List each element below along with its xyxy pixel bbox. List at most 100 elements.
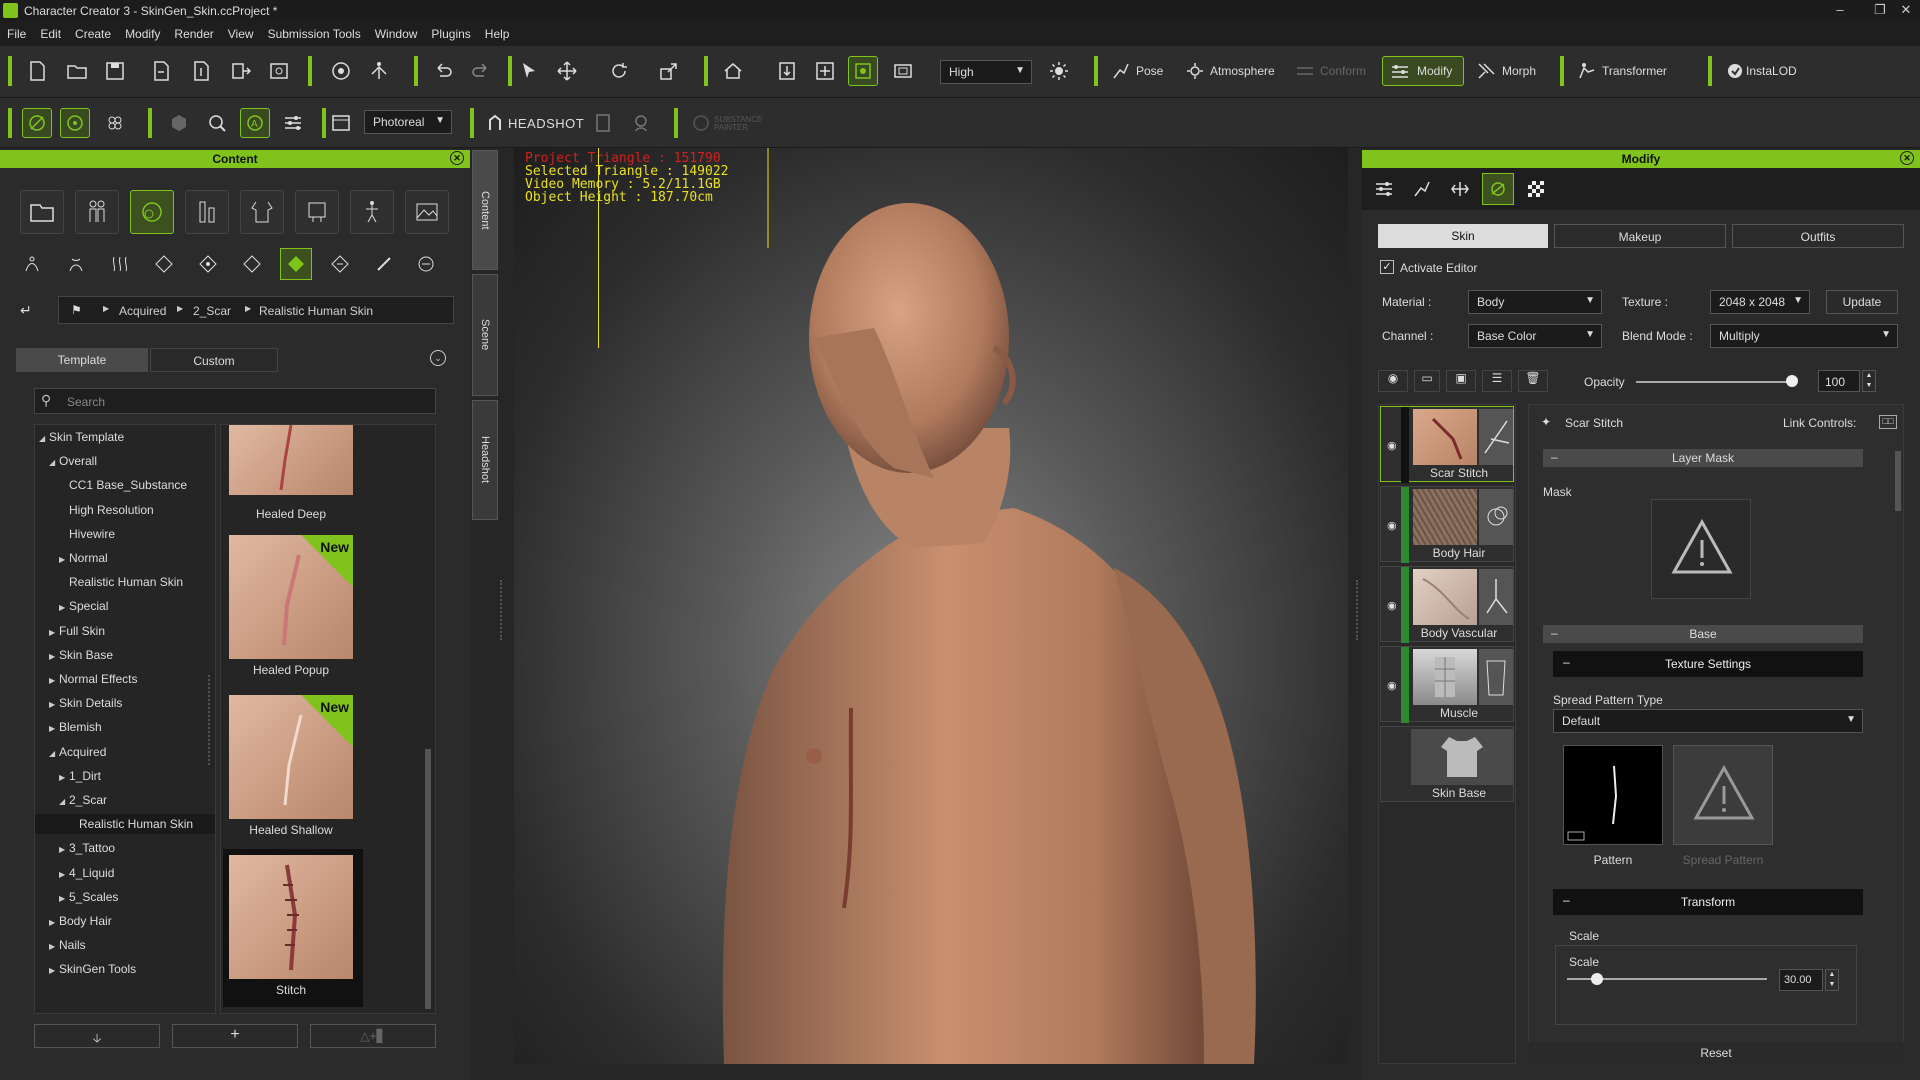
- instalod-button[interactable]: InstaLOD: [1746, 64, 1797, 78]
- skin-details-icon[interactable]: [148, 248, 180, 280]
- headshot-button[interactable]: HEADSHOT: [482, 108, 584, 138]
- collapsed-arrow-icon[interactable]: ▶: [59, 845, 69, 854]
- mask-slot[interactable]: [1651, 499, 1751, 599]
- texture-settings-header[interactable]: – Texture Settings: [1553, 651, 1863, 677]
- tree-item[interactable]: Realistic Human Skin: [35, 572, 215, 592]
- collapsed-arrow-icon[interactable]: ▶: [59, 555, 69, 564]
- close-window-button[interactable]: ✕: [1886, 2, 1920, 20]
- substance-painter-button[interactable]: SUBSTANCE PAINTER: [688, 108, 784, 138]
- tree-item[interactable]: ▶ Skin Base: [35, 645, 215, 665]
- opacity-slider-thumb[interactable]: [1786, 375, 1798, 387]
- menu-edit[interactable]: Edit: [33, 22, 68, 46]
- auto-setup-icon[interactable]: A: [240, 108, 270, 138]
- eye-icon[interactable]: ◉: [1378, 370, 1408, 392]
- tree-item[interactable]: ▶ Nails: [35, 935, 215, 955]
- minimize-button[interactable]: –: [1820, 2, 1860, 20]
- menu-render[interactable]: Render: [167, 22, 220, 46]
- tree-item[interactable]: Hivewire: [35, 524, 215, 544]
- collapsed-arrow-icon[interactable]: ▶: [59, 603, 69, 612]
- tab-outfits[interactable]: Outfits: [1732, 224, 1904, 248]
- rotate-icon[interactable]: [604, 56, 634, 86]
- undo-icon[interactable]: [428, 56, 458, 86]
- menu-window[interactable]: Window: [368, 22, 425, 46]
- morph-icon[interactable]: [1472, 56, 1502, 86]
- close-panel-icon[interactable]: ✕: [1900, 151, 1914, 165]
- eye-icon[interactable]: ◉: [1387, 679, 1397, 692]
- headshot-photo-icon[interactable]: [588, 108, 618, 138]
- scar-icon[interactable]: [280, 248, 312, 280]
- layer-item-skin-base[interactable]: Skin Base: [1380, 726, 1514, 802]
- search-input[interactable]: ⚲ Search: [34, 388, 436, 414]
- fit-view-icon[interactable]: [772, 56, 802, 86]
- splitter-handle[interactable]: [1356, 580, 1359, 640]
- tree-item[interactable]: ◢ Overall: [35, 451, 215, 471]
- pose-icon[interactable]: [1106, 56, 1136, 86]
- transformer-button[interactable]: Transformer: [1602, 64, 1667, 78]
- properties-scrollbar[interactable]: [1895, 451, 1901, 511]
- layer-image-icon[interactable]: ▣: [1446, 370, 1476, 392]
- headshot-head-icon[interactable]: [626, 108, 656, 138]
- tree-item[interactable]: ▶ Full Skin: [35, 621, 215, 641]
- thumbnail-scrollbar[interactable]: [425, 749, 431, 1009]
- breadcrumb-realistic-human-skin[interactable]: Realistic Human Skin: [259, 304, 373, 318]
- world-icon[interactable]: [326, 56, 356, 86]
- tree-item[interactable]: ▶ Special: [35, 596, 215, 616]
- menu-help[interactable]: Help: [478, 22, 517, 46]
- expanded-arrow-icon[interactable]: ◢: [39, 434, 49, 443]
- thumbnail-healed-popup[interactable]: New Healed Popup: [229, 535, 353, 677]
- material-icon[interactable]: [1482, 173, 1514, 205]
- home-icon[interactable]: ⚑: [71, 303, 82, 317]
- layer-item-scar-stitch[interactable]: ◉ Scar Stitch: [1380, 406, 1514, 483]
- close-panel-icon[interactable]: ✕: [450, 151, 464, 165]
- render-mode-select[interactable]: Photoreal ▼: [364, 110, 452, 134]
- collapsed-arrow-icon[interactable]: ▶: [49, 676, 59, 685]
- export-icon[interactable]: [186, 56, 216, 86]
- tree-item[interactable]: ▶ 1_Dirt: [35, 766, 215, 786]
- menu-plugins[interactable]: Plugins: [424, 22, 477, 46]
- side-tab-scene[interactable]: Scene: [472, 274, 498, 396]
- menu-submission-tools[interactable]: Submission Tools: [261, 22, 368, 46]
- import-icon[interactable]: [146, 56, 176, 86]
- collapsed-arrow-icon[interactable]: ▶: [49, 724, 59, 733]
- opacity-stepper[interactable]: ▲ ▼: [1862, 370, 1876, 392]
- collapsed-arrow-icon[interactable]: ▶: [49, 700, 59, 709]
- breadcrumb-2-scar[interactable]: 2_Scar: [193, 304, 231, 318]
- tree-item[interactable]: ▶ Normal Effects: [35, 669, 215, 689]
- skin-icon[interactable]: [130, 190, 174, 234]
- archive-icon[interactable]: [264, 56, 294, 86]
- edit-mesh-icon[interactable]: [22, 108, 52, 138]
- save-icon[interactable]: [100, 56, 130, 86]
- tree-item[interactable]: ▶ Body Hair: [35, 911, 215, 931]
- layer-item-body-hair[interactable]: ◉ Body Hair: [1380, 486, 1514, 563]
- thumbnail-healed-deep[interactable]: Healed Deep: [229, 424, 353, 521]
- layer-mask-header[interactable]: – Layer Mask: [1543, 449, 1863, 467]
- scale-icon[interactable]: [654, 56, 684, 86]
- scale-stepper[interactable]: ▲ ▼: [1825, 969, 1839, 991]
- send-icon[interactable]: [226, 56, 256, 86]
- inspect-icon[interactable]: [202, 108, 232, 138]
- menu-view[interactable]: View: [221, 22, 261, 46]
- download-button[interactable]: 🡣: [34, 1024, 160, 1048]
- side-tab-headshot[interactable]: Headshot: [472, 400, 498, 520]
- scale-input[interactable]: 30.00: [1779, 969, 1823, 991]
- thumbnail-stitch[interactable]: Stitch: [229, 855, 353, 997]
- atmosphere-icon[interactable]: [1180, 56, 1210, 86]
- tree-item[interactable]: ▶ 5_Scales: [35, 887, 215, 907]
- cosmetics-icon[interactable]: [185, 190, 229, 234]
- acquired-icon[interactable]: [236, 248, 268, 280]
- normal-effects-icon[interactable]: [104, 248, 136, 280]
- expanded-arrow-icon[interactable]: ◢: [49, 458, 59, 467]
- tab-skin[interactable]: Skin: [1378, 224, 1548, 248]
- frame-selected-icon[interactable]: [810, 56, 840, 86]
- transform-header[interactable]: – Transform: [1553, 889, 1863, 915]
- tab-template[interactable]: Template: [16, 348, 148, 372]
- skin-base-icon[interactable]: [60, 248, 92, 280]
- render-view-icon[interactable]: [326, 108, 356, 138]
- material-select[interactable]: Body ▼: [1468, 290, 1602, 314]
- blend-mode-select[interactable]: Multiply ▼: [1710, 324, 1898, 348]
- spread-pattern-slot[interactable]: [1673, 745, 1773, 845]
- menu-create[interactable]: Create: [68, 22, 118, 46]
- eye-icon[interactable]: ◉: [1387, 439, 1397, 452]
- eye-icon[interactable]: ◉: [1387, 599, 1397, 612]
- blemish-icon[interactable]: [192, 248, 224, 280]
